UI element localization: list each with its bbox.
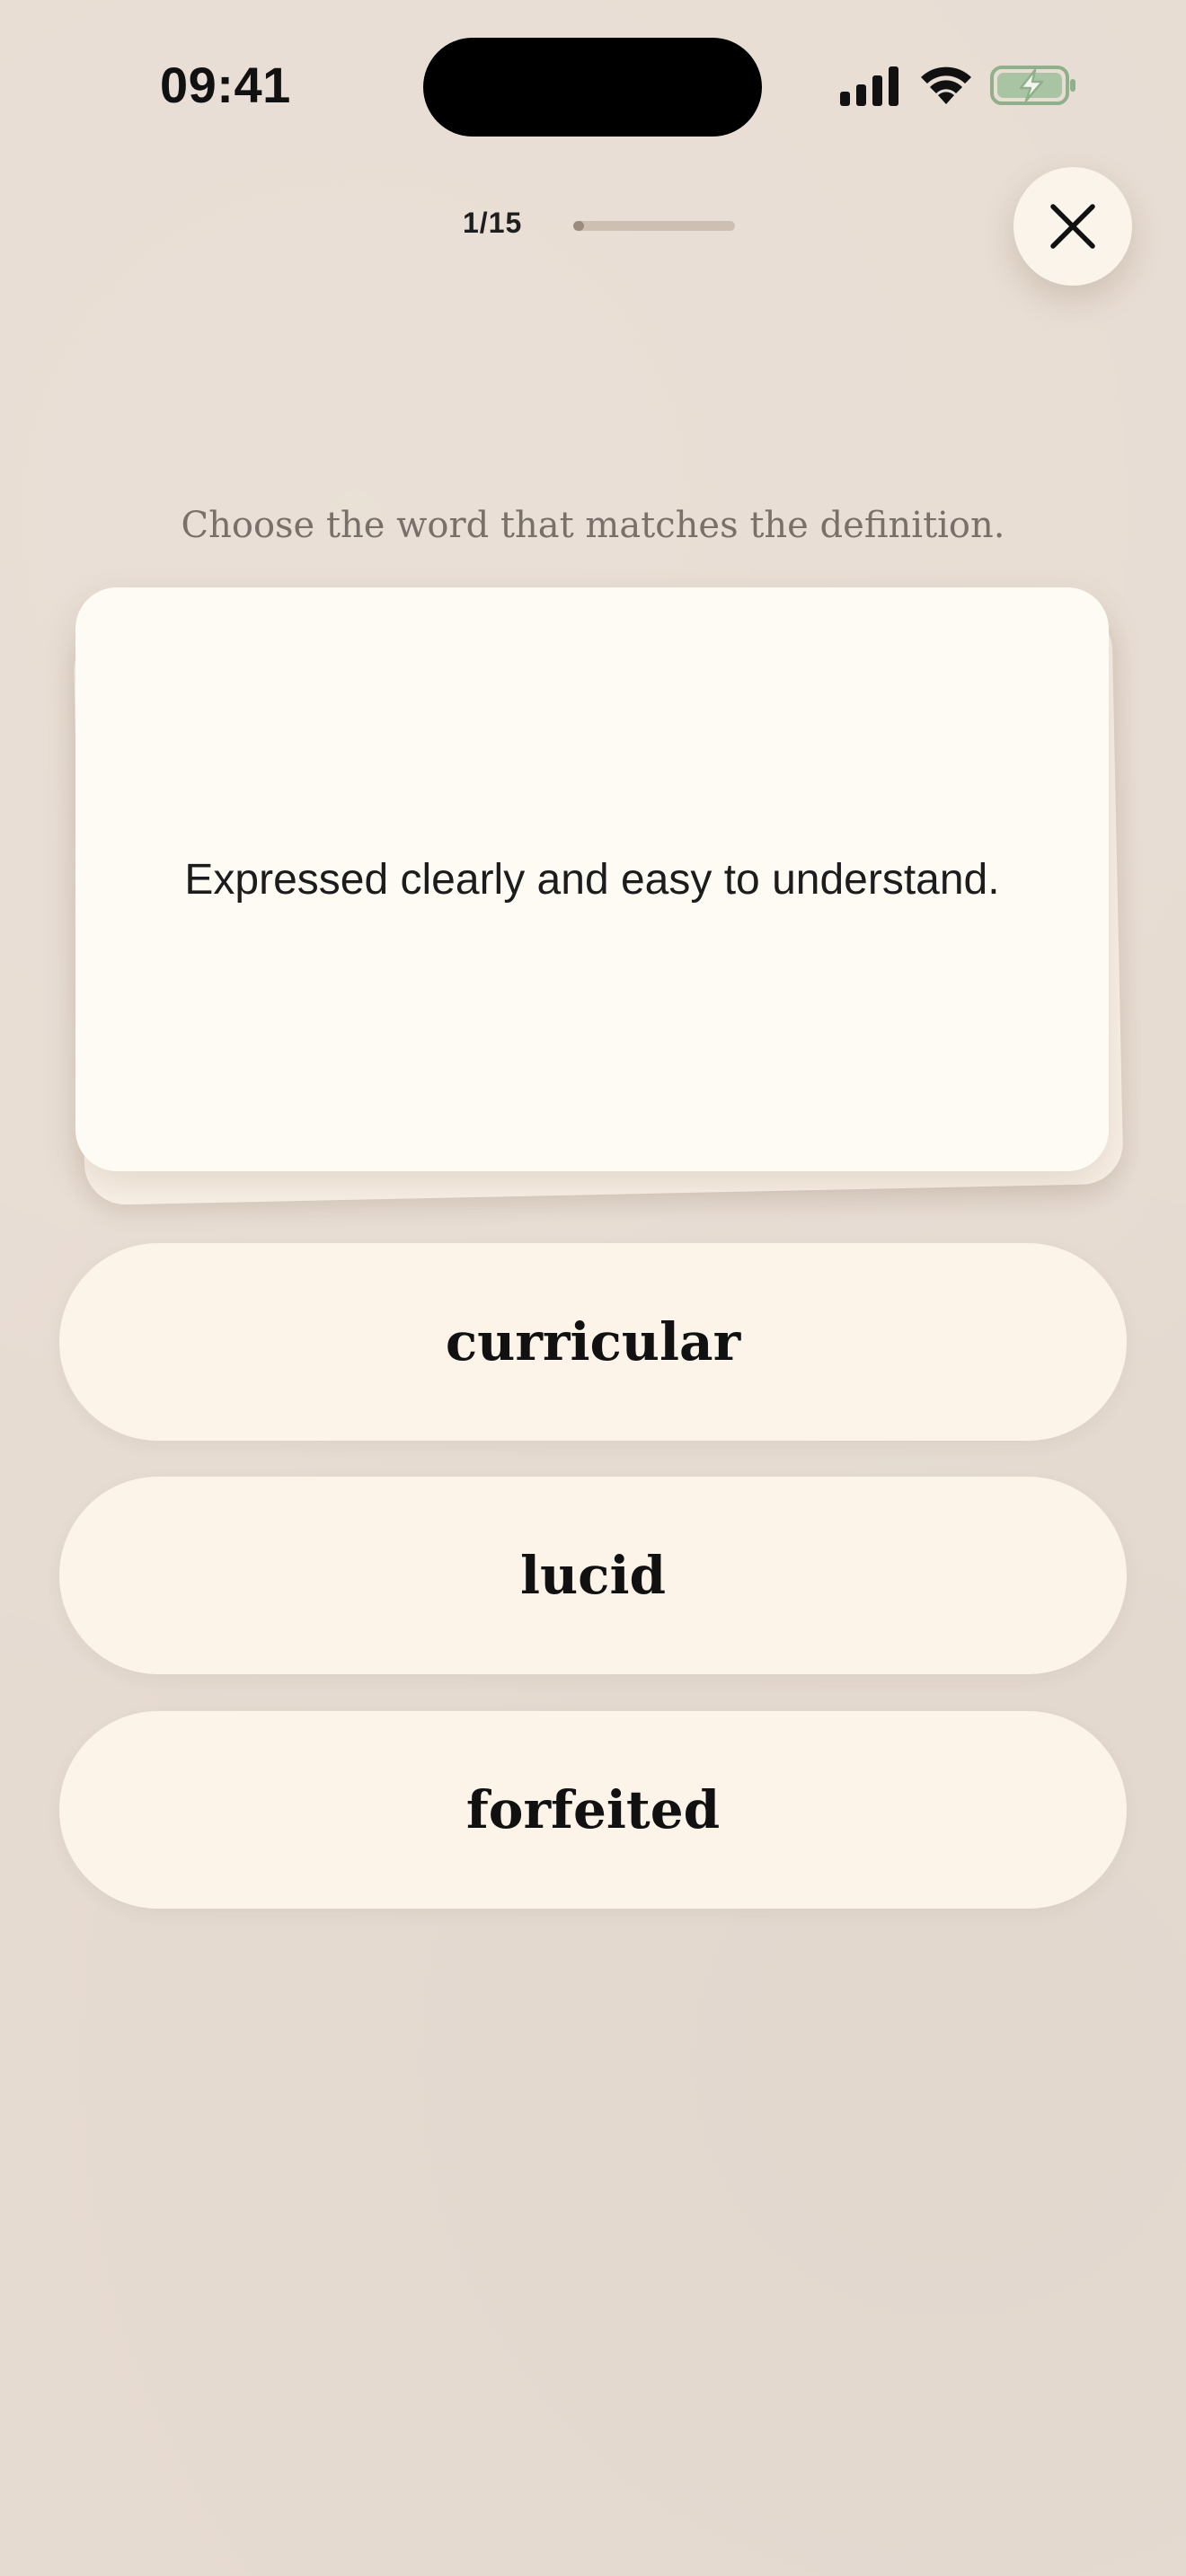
answer-option-forfeited[interactable]: forfeited	[59, 1711, 1127, 1909]
close-icon	[1050, 204, 1095, 249]
wifi-icon	[921, 66, 971, 104]
answer-option-label: curricular	[445, 1311, 741, 1372]
answer-option-label: forfeited	[465, 1779, 721, 1840]
signal-icon	[840, 66, 898, 106]
dynamic-island	[423, 38, 762, 137]
progress-bar	[573, 221, 735, 231]
close-button[interactable]	[1013, 167, 1132, 286]
definition-card: Expressed clearly and easy to understand…	[75, 587, 1109, 1171]
answer-option-curricular[interactable]: curricular	[59, 1243, 1127, 1441]
status-time: 09:41	[160, 57, 291, 113]
answer-option-lucid[interactable]: lucid	[59, 1477, 1127, 1674]
battery-charging-icon	[990, 66, 1075, 105]
progress-bar-fill	[573, 221, 584, 231]
progress-counter: 1/15	[463, 207, 523, 239]
definition-text: Expressed clearly and easy to understand…	[184, 855, 1000, 904]
answer-option-label: lucid	[519, 1545, 667, 1606]
instruction-text: Choose the word that matches the definit…	[181, 505, 1005, 546]
